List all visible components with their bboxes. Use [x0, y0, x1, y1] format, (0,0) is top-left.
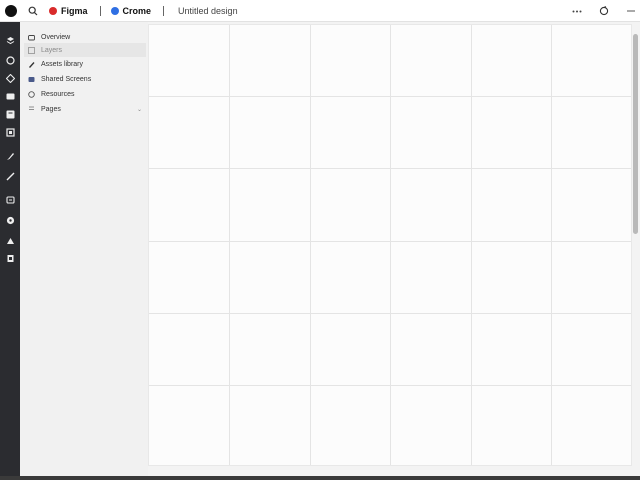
design-canvas[interactable]: [148, 24, 632, 466]
grid-line: [149, 241, 631, 242]
grid-line: [471, 25, 472, 465]
more-icon[interactable]: [570, 0, 584, 22]
tab-chrome-label: Crome: [122, 5, 152, 16]
sidebar-item-label: Resources: [41, 90, 75, 98]
grid-line: [390, 25, 391, 465]
sidebar-item-pages[interactable]: Pages ⌄: [28, 102, 148, 116]
sidebar-item-assets[interactable]: Assets library: [28, 57, 148, 71]
tab-chrome[interactable]: Crome: [110, 0, 152, 22]
pages-icon: [28, 106, 35, 113]
grid-line: [149, 96, 631, 97]
upload-icon[interactable]: [4, 234, 16, 246]
media-icon[interactable]: [4, 90, 16, 102]
scrollbar-thumb[interactable]: [633, 34, 638, 234]
figma-logo-icon[interactable]: [5, 4, 17, 17]
shapes-icon[interactable]: [4, 54, 16, 66]
trash-icon[interactable]: [4, 252, 16, 264]
close-panel-icon[interactable]: [624, 0, 638, 22]
sidebar-item-shared-screens[interactable]: Shared Screens: [28, 72, 148, 86]
search-icon[interactable]: [27, 5, 39, 17]
chrome-tab-dot-icon: [110, 6, 119, 15]
history-icon[interactable]: [597, 0, 611, 22]
tab-divider: [99, 5, 101, 16]
grid-line: [551, 25, 552, 465]
sidebar-item-label: Shared Screens: [41, 75, 92, 83]
tab-figma-label: Figma: [61, 5, 88, 16]
tab-divider: [163, 5, 165, 16]
figma-tab-dot-icon: [49, 6, 57, 15]
sidebar-item-label: Layers: [41, 46, 63, 54]
pencil-icon[interactable]: [4, 170, 16, 182]
sidebar-item-label: Assets library: [41, 60, 84, 68]
file-title[interactable]: Untitled design: [178, 6, 238, 16]
screens-icon: [28, 76, 35, 83]
grid-line: [149, 313, 631, 314]
chevron-down-icon[interactable]: ⌄: [137, 106, 142, 113]
components-icon[interactable]: [4, 72, 16, 84]
bottom-edge: [0, 476, 640, 480]
text-icon[interactable]: [4, 108, 16, 120]
tool-rail: [0, 22, 20, 478]
app-window: Figma Crome Untitled design Overview Lay…: [0, 0, 640, 480]
sidebar-item-label: Pages: [41, 105, 61, 113]
grid-line: [229, 25, 230, 465]
pen-icon[interactable]: [4, 150, 16, 162]
top-bar: Figma Crome Untitled design: [0, 0, 640, 22]
vertical-scrollbar[interactable]: [632, 24, 640, 466]
plugin-icon[interactable]: [4, 214, 16, 226]
sidebar-item-overview[interactable]: Overview: [28, 30, 148, 44]
sidebar: Overview Layers Assets library Shared Sc…: [20, 22, 148, 478]
sidebar-item-resources[interactable]: Resources: [28, 87, 148, 101]
grid-line: [149, 385, 631, 386]
frame-icon[interactable]: [4, 126, 16, 138]
layers-icon: [28, 46, 35, 54]
assets-icon: [28, 61, 35, 68]
tab-figma[interactable]: Figma: [49, 0, 88, 22]
grid-line: [310, 25, 311, 465]
resources-icon: [28, 90, 35, 98]
layers-icon[interactable]: [4, 34, 16, 46]
comment-icon[interactable]: [4, 194, 16, 206]
sidebar-item-layers[interactable]: Layers: [24, 43, 146, 57]
grid-line: [149, 168, 631, 169]
home-icon: [28, 34, 35, 41]
sidebar-item-label: Overview: [41, 33, 71, 41]
